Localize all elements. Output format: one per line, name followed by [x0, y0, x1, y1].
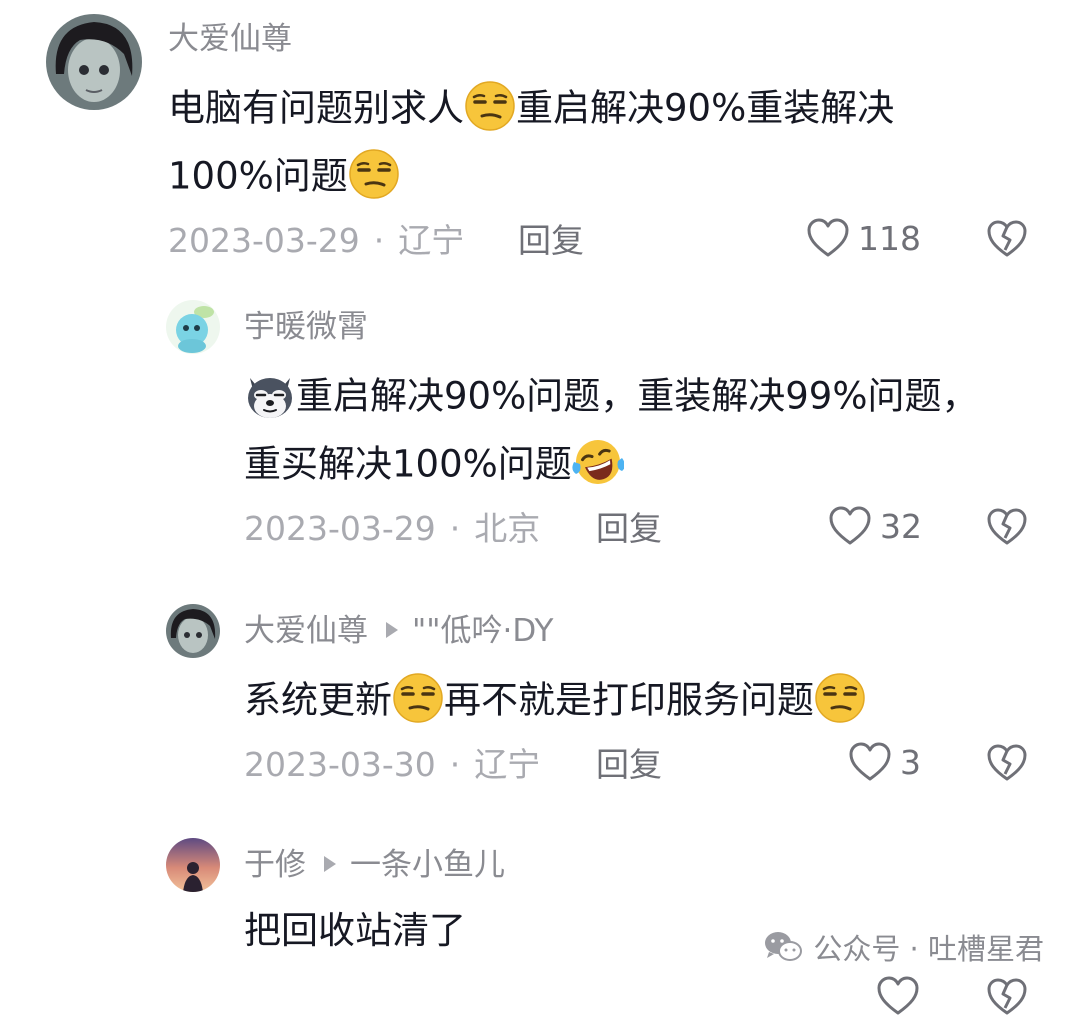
smirk-emoji-icon — [348, 148, 400, 200]
smirk-emoji-icon — [464, 80, 516, 132]
like-button[interactable] — [876, 976, 928, 1016]
watermark: 公众号 · 吐槽星君 — [763, 926, 1044, 968]
like-count: 118 — [858, 218, 921, 258]
reply-to-username[interactable]: ""低吟·DY — [412, 613, 553, 649]
username[interactable]: 大爱仙尊 ""低吟·DY — [244, 616, 553, 647]
reply-to-username[interactable]: 一条小鱼儿 — [350, 847, 505, 883]
heart-outline-icon — [877, 976, 919, 1015]
reply-button[interactable]: 回复 — [596, 748, 662, 781]
comment-text-part: 系统更新 — [244, 678, 392, 722]
comment-text-part: 重启解决90%重装解决 — [516, 86, 895, 130]
username[interactable]: 宇暖微霄 — [244, 312, 368, 343]
comment-location: 北京 — [474, 509, 541, 548]
dislike-button[interactable] — [986, 744, 1028, 786]
smirk-emoji-icon — [392, 672, 444, 724]
heart-outline-icon — [807, 218, 849, 257]
like-button[interactable]: 118 — [806, 218, 921, 258]
laughing-tears-emoji-icon — [572, 436, 624, 488]
comment-text-part: 重启解决90%问题，重装解决99%问题， — [296, 374, 979, 418]
comment-text-part: 重买解决100%问题 — [244, 442, 572, 486]
avatar[interactable] — [166, 838, 220, 892]
comment-date: 2023-03-29 — [168, 221, 360, 260]
comment-text: 把回收站清了 — [244, 912, 466, 949]
broken-heart-icon — [987, 220, 1027, 257]
smirk-emoji-icon — [814, 672, 866, 724]
comment-date: 2023-03-29 — [244, 509, 436, 548]
reply-arrow-icon — [324, 855, 336, 872]
comment-text: 系统更新 再不就是打印服务问题 — [244, 673, 866, 728]
reply-arrow-icon — [386, 621, 398, 638]
reply-button[interactable]: 回复 — [596, 512, 662, 545]
husky-emoji-icon — [244, 368, 296, 420]
dislike-button[interactable] — [986, 978, 1028, 1020]
comment-text-part: 电脑有问题别求人 — [168, 86, 464, 130]
comment-text: 重启解决90%问题，重装解决99%问题， — [244, 372, 978, 424]
username[interactable]: 大爱仙尊 — [168, 24, 292, 55]
like-count: 32 — [880, 506, 922, 546]
comment-location: 辽宁 — [398, 221, 465, 260]
comment-text-part: 100%问题 — [168, 154, 348, 198]
comment-text-line2: 重买解决100%问题 — [244, 440, 624, 492]
username-text: 于修 — [244, 847, 306, 883]
broken-heart-icon — [987, 508, 1027, 545]
username-text: 大爱仙尊 — [244, 613, 368, 649]
heart-outline-icon — [829, 506, 871, 545]
like-button[interactable]: 3 — [848, 742, 921, 782]
comment-meta: 2023-03-29 · 北京 — [244, 512, 540, 545]
avatar[interactable] — [46, 14, 142, 110]
broken-heart-icon — [987, 744, 1027, 781]
comment-text-part: 把回收站清了 — [244, 909, 466, 952]
comment-text-part: 再不就是打印服务问题 — [444, 678, 814, 722]
avatar[interactable] — [166, 300, 220, 354]
comment-date: 2023-03-30 — [244, 745, 436, 784]
wechat-icon — [765, 932, 803, 961]
like-count: 3 — [900, 742, 921, 782]
broken-heart-icon — [987, 978, 1027, 1015]
username[interactable]: 于修 一条小鱼儿 — [244, 850, 505, 881]
dislike-button[interactable] — [986, 220, 1028, 262]
avatar[interactable] — [166, 604, 220, 658]
watermark-text: 公众号 · 吐槽星君 — [813, 932, 1044, 966]
reply-button[interactable]: 回复 — [518, 224, 584, 257]
like-button[interactable]: 32 — [828, 506, 922, 546]
comment-meta: 2023-03-29 · 辽宁 — [168, 224, 464, 257]
separator: · — [449, 745, 461, 784]
comment-text-line2: 100%问题 — [168, 149, 400, 204]
heart-outline-icon — [849, 742, 891, 781]
separator: · — [373, 221, 385, 260]
separator: · — [449, 509, 461, 548]
comment-location: 辽宁 — [474, 745, 541, 784]
comment-meta: 2023-03-30 · 辽宁 — [244, 748, 540, 781]
dislike-button[interactable] — [986, 508, 1028, 550]
comment-text: 电脑有问题别求人 重启解决90%重装解决 — [168, 81, 895, 136]
